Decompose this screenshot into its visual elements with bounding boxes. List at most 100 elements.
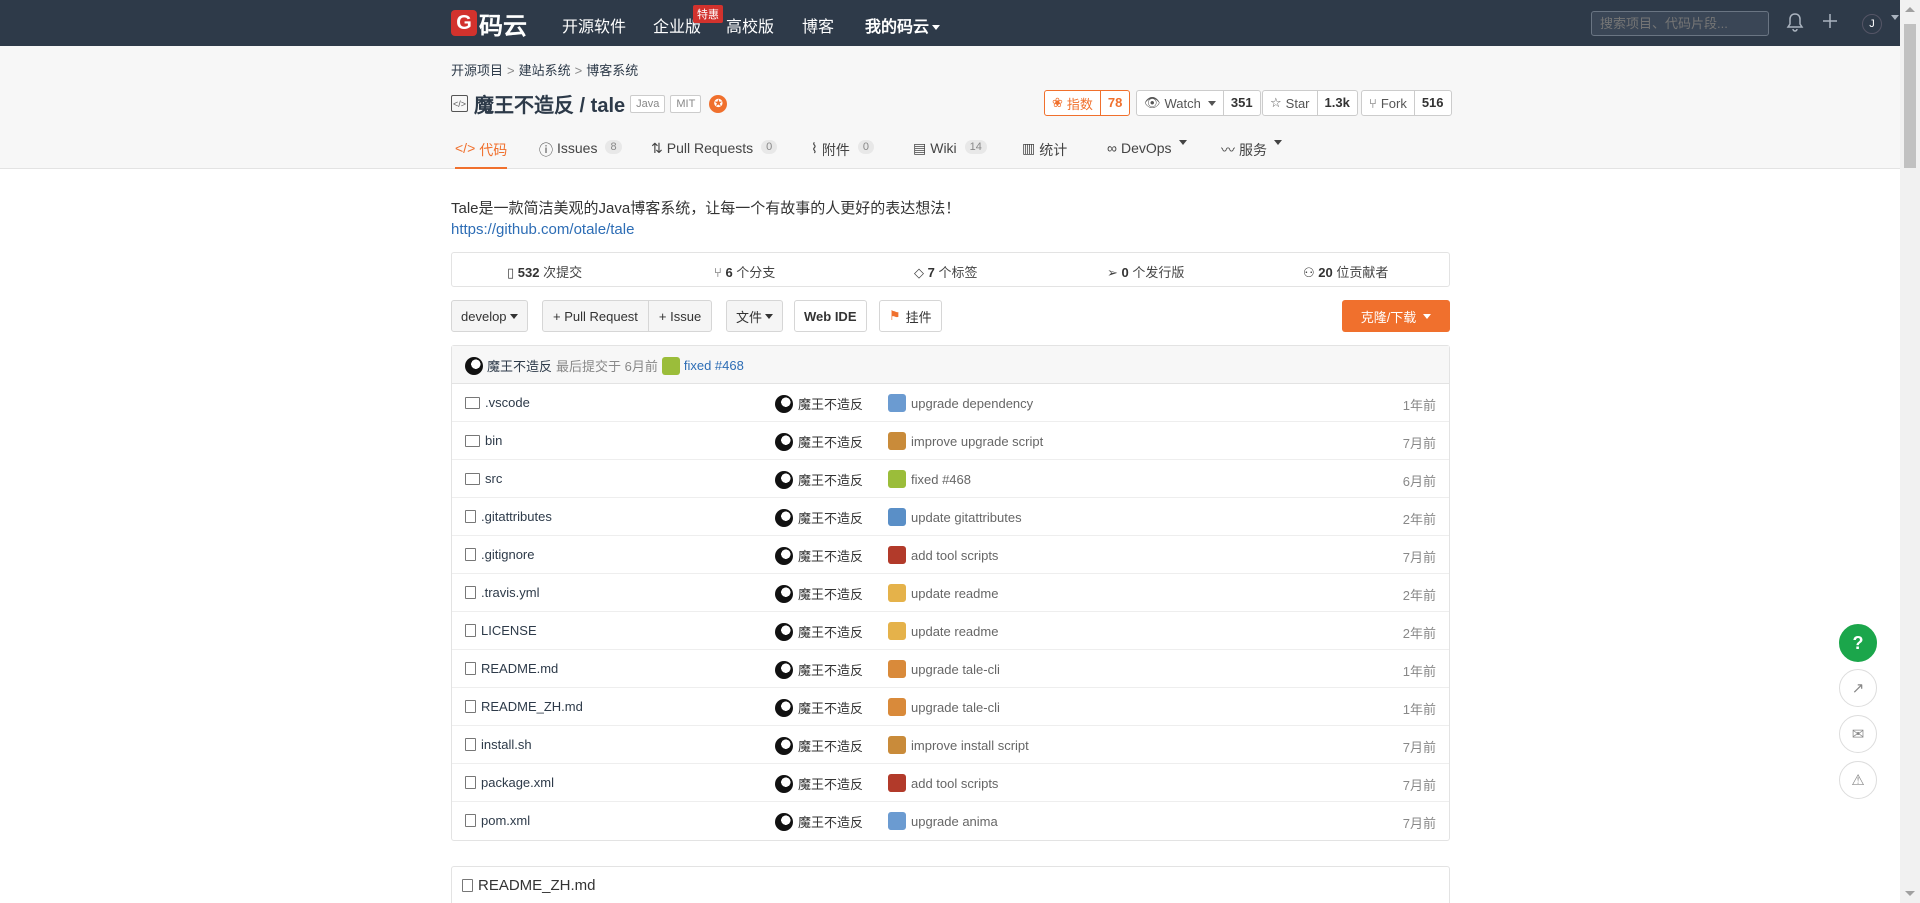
tab-attachments[interactable]: ⌇ 附件 0 <box>811 136 874 169</box>
file-name[interactable]: bin <box>465 433 502 448</box>
file-name[interactable]: install.sh <box>465 737 532 752</box>
nav-blog[interactable]: 博客 <box>802 13 834 37</box>
file-author[interactable]: 魔王不造反 <box>775 394 863 413</box>
user-avatar[interactable]: J <box>1862 14 1882 34</box>
file-name[interactable]: .travis.yml <box>465 585 540 600</box>
file-time: 7月前 <box>1402 550 1436 565</box>
file-author[interactable]: 魔王不造反 <box>775 774 863 793</box>
avatar[interactable] <box>465 356 483 375</box>
scrollbar[interactable] <box>1900 0 1920 903</box>
language-tag[interactable]: Java <box>630 94 666 113</box>
stat-releases[interactable]: ➢ 0 个发行版 <box>1107 262 1184 281</box>
file-commit-message[interactable]: improve install script <box>888 736 1029 754</box>
file-author[interactable]: 魔王不造反 <box>775 470 863 489</box>
breadcrumb-item[interactable]: 博客系统 <box>586 63 638 78</box>
scroll-down-arrow[interactable] <box>1905 891 1915 896</box>
file-author[interactable]: 魔王不造反 <box>775 584 863 603</box>
file-name[interactable]: src <box>465 471 502 486</box>
file-author-label: 魔王不造反 <box>798 435 864 450</box>
tab-code[interactable]: </> 代码 <box>455 136 508 169</box>
file-author[interactable]: 魔王不造反 <box>775 622 863 641</box>
branch-select[interactable]: develop <box>451 300 528 332</box>
file-commit-message[interactable]: add tool scripts <box>888 546 998 564</box>
fork-button[interactable]: ⑂ Fork 516 <box>1361 90 1452 116</box>
table-row: README.md 魔王不造反 upgrade tale-cli 1年前 <box>452 650 1449 688</box>
license-tag[interactable]: MIT <box>670 94 702 113</box>
watch-button[interactable]: 👁︎ Watch 351 <box>1136 90 1261 116</box>
tab-wiki[interactable]: ▤ Wiki 14 <box>913 136 987 169</box>
tab-devops[interactable]: ∞ DevOps <box>1107 136 1187 169</box>
commit-author[interactable]: 魔王不造反 <box>487 356 552 375</box>
index-button[interactable]: ❀ 指数 78 <box>1044 90 1131 116</box>
file-author[interactable]: 魔王不造反 <box>775 660 863 679</box>
stat-contributors[interactable]: ⚇ 20 位贡献者 <box>1303 262 1388 281</box>
file-author[interactable]: 魔王不造反 <box>775 736 863 755</box>
breadcrumb-item[interactable]: 建站系统 <box>519 63 571 78</box>
file-name[interactable]: README.md <box>465 661 558 676</box>
chevron-down-icon <box>932 25 941 31</box>
stat-tags[interactable]: ◇ 7 个标签 <box>914 262 978 281</box>
star-label: Star <box>1285 95 1310 111</box>
file-commit-message[interactable]: update readme <box>888 622 998 640</box>
tab-stats[interactable]: ▥ 统计 <box>1022 136 1067 169</box>
file-name[interactable]: .gitignore <box>465 547 534 562</box>
plus-icon[interactable] <box>1821 12 1839 35</box>
widget-button[interactable]: ⚑ 挂件 <box>879 300 942 332</box>
file-commit-message[interactable]: upgrade tale-cli <box>888 698 1000 716</box>
file-name[interactable]: package.xml <box>465 775 554 790</box>
commit-message[interactable]: fixed #468 <box>684 358 744 373</box>
file-author[interactable]: 魔王不造反 <box>775 698 863 717</box>
warning-icon[interactable]: ⚠ <box>1839 761 1877 799</box>
mail-icon[interactable]: ✉ <box>1839 715 1877 753</box>
file-commit-message[interactable]: upgrade dependency <box>888 394 1033 412</box>
search-input[interactable] <box>1591 11 1769 36</box>
file-commit-message[interactable]: upgrade anima <box>888 812 998 830</box>
stat-branches[interactable]: ⑂ 6 个分支 <box>714 262 775 281</box>
file-author[interactable]: 魔王不造反 <box>775 432 863 451</box>
file-author[interactable]: 魔王不造反 <box>775 812 863 831</box>
file-commit-message[interactable]: upgrade tale-cli <box>888 660 1000 678</box>
stat-commits[interactable]: ▯ 532 次提交 <box>507 262 582 281</box>
file-commit-message[interactable]: update gitattributes <box>888 508 1022 526</box>
tab-pull-requests[interactable]: ⇅ Pull Requests 0 <box>651 136 778 169</box>
file-author-label: 魔王不造反 <box>798 663 864 678</box>
file-author[interactable]: 魔王不造反 <box>775 508 863 527</box>
web-ide-button[interactable]: Web IDE <box>794 300 867 332</box>
file-commit-message[interactable]: improve upgrade script <box>888 432 1043 450</box>
scroll-thumb[interactable] <box>1904 24 1916 168</box>
clone-download-button[interactable]: 克隆/下载 <box>1342 300 1450 332</box>
star-button[interactable]: ☆ Star 1.3k <box>1262 90 1358 116</box>
scroll-up-arrow[interactable] <box>1905 7 1915 12</box>
file-icon <box>465 814 476 827</box>
file-menu-button[interactable]: 文件 <box>726 300 784 332</box>
new-pull-request-button[interactable]: + Pull Request <box>543 301 648 331</box>
file-commit-message[interactable]: update readme <box>888 584 998 602</box>
file-name[interactable]: .vscode <box>465 395 530 410</box>
logo[interactable]: G 码云 <box>451 9 527 40</box>
nav-education[interactable]: 高校版 <box>726 13 774 37</box>
file-commit-message[interactable]: add tool scripts <box>888 774 998 792</box>
new-issue-button[interactable]: + Issue <box>647 301 711 331</box>
file-commit-message[interactable]: fixed #468 <box>888 470 971 488</box>
file-name[interactable]: .gitattributes <box>465 509 552 524</box>
file-time: 1年前 <box>1402 702 1436 717</box>
breadcrumb-item[interactable]: 开源项目 <box>451 63 503 78</box>
nav-open-source[interactable]: 开源软件 <box>562 13 626 37</box>
bell-icon[interactable] <box>1786 12 1804 37</box>
help-button[interactable]: ? <box>1839 624 1877 662</box>
tab-label: DevOps <box>1120 140 1172 156</box>
file-name[interactable]: pom.xml <box>465 813 530 828</box>
chevron-down-icon[interactable] <box>1891 15 1899 20</box>
tab-issues[interactable]: ⓘ Issues 8 <box>539 136 622 169</box>
pulse-icon: 〰 <box>1221 142 1235 158</box>
external-link-icon[interactable]: ↗ <box>1839 669 1877 707</box>
repo-homepage-link[interactable]: https://github.com/otale/tale <box>451 221 634 238</box>
file-author[interactable]: 魔王不造反 <box>775 546 863 565</box>
branch-icon: ⑂ <box>714 265 722 280</box>
tab-services[interactable]: 〰服务 <box>1221 136 1282 169</box>
nav-my-gitee[interactable]: 我的码云 <box>865 13 941 37</box>
file-name[interactable]: README_ZH.md <box>465 699 583 714</box>
file-name[interactable]: LICENSE <box>465 623 537 638</box>
tab-label: 服务 <box>1239 142 1267 158</box>
repo-name[interactable]: 魔王不造反 / tale <box>474 89 625 118</box>
